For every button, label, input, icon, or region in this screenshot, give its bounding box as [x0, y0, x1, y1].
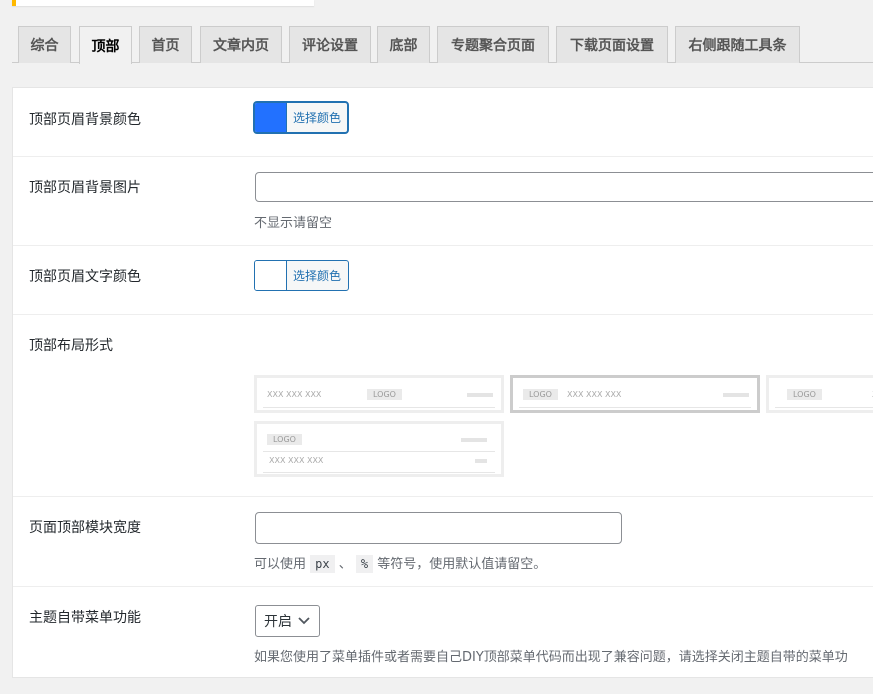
- header-width-input[interactable]: [255, 512, 622, 544]
- mock-nav-text: XXX XXX XXX: [269, 456, 324, 465]
- mock-logo: LOGO: [787, 389, 822, 400]
- theme-menu-select[interactable]: 开启: [255, 605, 320, 637]
- tab-footer[interactable]: 底部: [377, 26, 430, 63]
- mock-logo: LOGO: [267, 434, 302, 445]
- field-description: 不显示请留空: [254, 216, 333, 231]
- header-bg-image-input[interactable]: [255, 172, 873, 202]
- mock-divider: [519, 407, 751, 408]
- tab-home[interactable]: 首页: [139, 26, 192, 63]
- layout-option-3[interactable]: LOGO X: [766, 375, 873, 413]
- row-header-text-color: 顶部页眉文字颜色 选择颜色: [13, 246, 873, 315]
- mock-divider: [775, 407, 873, 408]
- layout-option-4[interactable]: LOGO XXX XXX XXX: [254, 421, 504, 477]
- layout-option-1[interactable]: XXX XXX XXX LOGO: [254, 375, 504, 413]
- mock-icons: [461, 438, 487, 442]
- field-label: 顶部页眉背景图片: [29, 180, 141, 196]
- layout-option-2[interactable]: LOGO XXX XXX XXX: [510, 375, 760, 413]
- code-px: px: [310, 555, 335, 573]
- row-theme-menu: 主题自带菜单功能 开启 如果您使用了菜单插件或者需要自己DIY顶部菜单代码而出现…: [13, 587, 873, 679]
- header-bg-color-picker[interactable]: 选择颜色: [254, 102, 348, 133]
- mock-divider: [263, 472, 495, 473]
- desc-text: 、: [338, 557, 352, 572]
- row-header-bg-image: 顶部页眉背景图片 不显示请留空: [13, 157, 873, 246]
- admin-notice-bar: [12, 0, 314, 6]
- tab-header[interactable]: 顶部: [79, 26, 132, 64]
- choose-color-label: 选择颜色: [293, 111, 342, 125]
- select-value: 开启: [264, 614, 292, 630]
- field-label: 顶部布局形式: [29, 338, 113, 354]
- mock-icons: [723, 393, 749, 397]
- code-percent: %: [355, 555, 374, 573]
- desc-text: 可以使用: [254, 557, 307, 572]
- tab-download[interactable]: 下载页面设置: [556, 26, 668, 63]
- color-swatch: [255, 103, 287, 132]
- field-label: 主题自带菜单功能: [29, 610, 141, 626]
- tab-comments[interactable]: 评论设置: [289, 26, 371, 63]
- tab-article[interactable]: 文章内页: [200, 26, 282, 63]
- field-description: 可以使用 px 、 % 等符号，使用默认值请留空。: [254, 553, 547, 573]
- mock-logo: LOGO: [523, 389, 558, 400]
- mock-logo: LOGO: [367, 389, 402, 400]
- chevron-down-icon: [298, 617, 310, 625]
- tab-toolbar[interactable]: 右侧跟随工具条: [675, 26, 800, 63]
- field-description: 如果您使用了菜单插件或者需要自己DIY顶部菜单代码而出现了兼容问题，请选择关闭主…: [254, 650, 848, 665]
- mock-divider: [263, 407, 495, 408]
- mock-nav-text: XXX XXX XXX: [267, 390, 322, 399]
- row-header-layout: 顶部布局形式 XXX XXX XXX LOGO LOGO XXX XXX XXX…: [13, 315, 873, 497]
- field-label: 页面顶部模块宽度: [29, 520, 141, 536]
- choose-color-label: 选择颜色: [293, 269, 342, 283]
- color-swatch: [255, 261, 287, 290]
- settings-panel: 顶部页眉背景颜色 选择颜色 顶部页眉背景图片 不显示请留空 顶部页眉文字颜色 选…: [12, 87, 873, 678]
- row-header-width: 页面顶部模块宽度 可以使用 px 、 % 等符号，使用默认值请留空。: [13, 497, 873, 587]
- header-text-color-picker[interactable]: 选择颜色: [254, 260, 349, 291]
- mock-nav-text: XXX XXX XXX: [567, 390, 622, 399]
- mock-divider: [263, 451, 495, 452]
- mock-icons: [467, 393, 493, 397]
- tab-topics[interactable]: 专题聚合页面: [437, 26, 549, 63]
- tab-general[interactable]: 综合: [18, 26, 71, 63]
- field-label: 顶部页眉背景颜色: [29, 112, 141, 128]
- desc-text: 等符号，使用默认值请留空。: [377, 557, 547, 572]
- field-label: 顶部页眉文字颜色: [29, 269, 141, 285]
- row-header-bg-color: 顶部页眉背景颜色 选择颜色: [13, 88, 873, 157]
- settings-tabs: 综合 顶部 首页 文章内页 评论设置 底部 专题聚合页面 下载页面设置 右侧跟随…: [12, 26, 873, 64]
- mock-icons: [475, 459, 487, 463]
